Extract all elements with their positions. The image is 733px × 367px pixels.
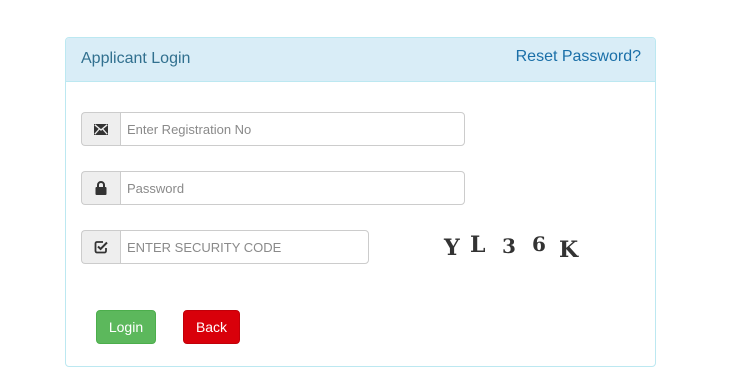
captcha-char: K	[559, 237, 579, 263]
checkbox-edit-icon	[81, 230, 120, 264]
lock-icon	[81, 171, 120, 205]
password-input-group	[81, 171, 465, 205]
captcha-char: L	[470, 232, 486, 258]
registration-number-input[interactable]	[120, 112, 465, 146]
captcha-char: 3	[502, 234, 516, 258]
captcha-image: Y L 3 6 K	[444, 232, 584, 263]
panel-title: Applicant Login	[81, 50, 191, 67]
password-input[interactable]	[120, 171, 465, 205]
panel-heading: Applicant Login Reset Password?	[66, 38, 655, 82]
captcha-char: 6	[532, 232, 546, 256]
login-button[interactable]: Login	[96, 310, 156, 344]
security-code-input[interactable]	[120, 230, 369, 264]
registration-input-group	[81, 112, 465, 146]
back-button[interactable]: Back	[183, 310, 240, 344]
captcha-char: Y	[444, 235, 460, 261]
reset-password-link[interactable]: Reset Password?	[516, 48, 641, 66]
envelope-icon	[81, 112, 120, 146]
security-code-input-group	[81, 230, 369, 264]
